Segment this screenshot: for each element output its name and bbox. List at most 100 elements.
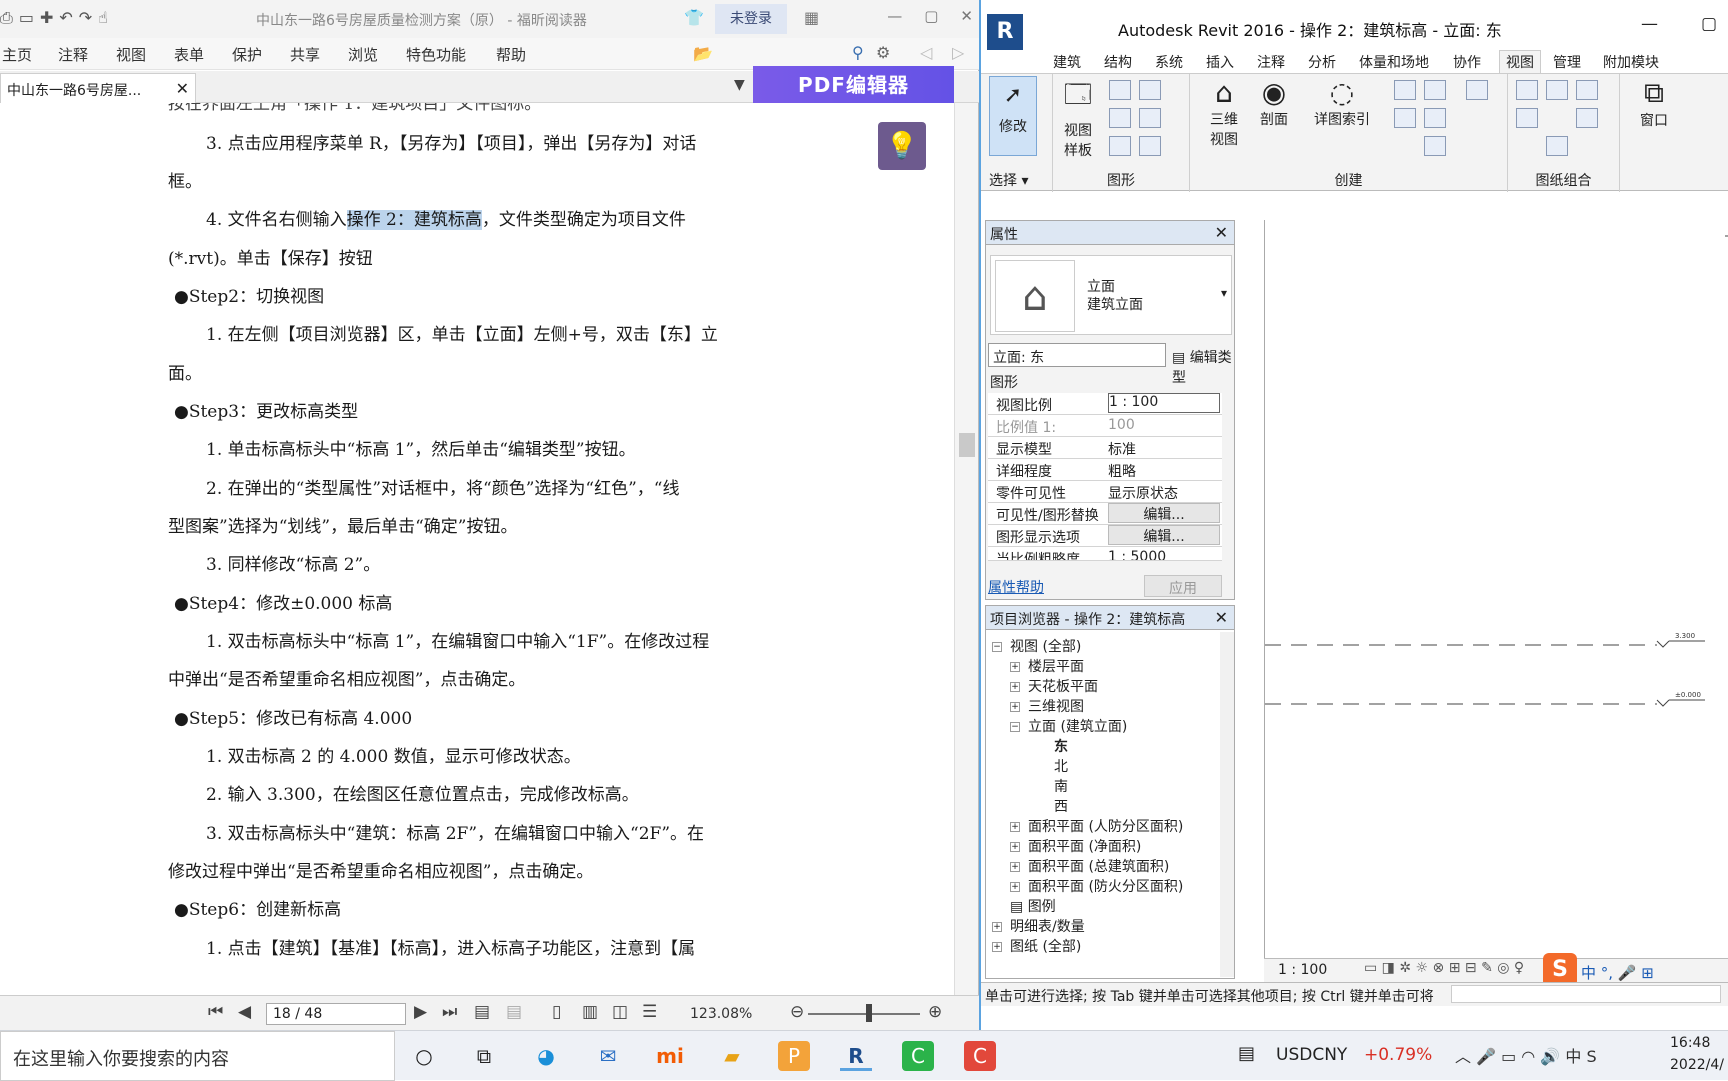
drawing-canvas[interactable]: 3.300 ±0.000 (1264, 220, 1728, 958)
tree-item[interactable]: + 面积平面 (总建筑面积) (1010, 856, 1169, 876)
type-selector[interactable]: ⌂ 立面 建筑立面 ▾ (990, 255, 1232, 335)
tab-manage[interactable]: 管理 (1553, 52, 1581, 72)
pdf-page-view[interactable]: 按在界面左上角「操作 1：建筑项目」文件图标。 3. 点击应用程序菜单 R，【另… (0, 103, 954, 995)
tab-analyze[interactable]: 分析 (1308, 52, 1336, 72)
visibility-edit-button[interactable]: 编辑... (1108, 503, 1220, 523)
filters-icon[interactable] (1139, 80, 1161, 100)
pdf-reader-taskbar-icon[interactable]: P (778, 1041, 810, 1071)
undo-icon[interactable]: ↶ (59, 8, 72, 28)
level-head-symbol[interactable] (1656, 699, 1670, 707)
minimize-button[interactable]: — (1641, 14, 1658, 34)
skin-icon[interactable]: 👕 (684, 8, 704, 27)
maximize-button[interactable]: ▢ (1701, 14, 1717, 34)
two-page-icon[interactable]: ◫ (612, 1002, 628, 1022)
plan-views-icon[interactable] (1394, 80, 1416, 100)
tab-view[interactable]: 视图 (1499, 50, 1541, 73)
tree-item-south[interactable]: 南 (1054, 776, 1068, 796)
window-button[interactable]: ⧉ 窗口 (1628, 76, 1680, 130)
taskbar-search-box[interactable]: 在这里输入你要搜索的内容 (0, 1031, 395, 1081)
guide-grid-icon[interactable] (1546, 136, 1568, 156)
close-tab-icon[interactable]: ✕ (176, 79, 189, 98)
tree-item[interactable]: + 面积平面 (防火分区面积) (1010, 876, 1183, 896)
view-control-icons[interactable]: ▭ ◨ ✲ ☼ ⊗ ⊞ ⊟ ✎ ◎ ♀ (1364, 960, 1524, 976)
settings-gear-icon[interactable]: ⚙ (876, 43, 890, 62)
menu-browse[interactable]: 浏览 (348, 44, 378, 65)
document-tab[interactable]: 中山东一路6号房屋... ✕ (0, 73, 196, 103)
revit-app-menu-button[interactable]: R (987, 14, 1023, 50)
folder-search-icon[interactable]: 📂 (693, 44, 713, 63)
stock-widget-icon[interactable]: ▤ (1238, 1043, 1255, 1064)
properties-help-link[interactable]: 属性帮助 (988, 577, 1044, 597)
clock-time[interactable]: 16:48 (1670, 1035, 1710, 1051)
view-scale[interactable]: 1 : 100 (1278, 962, 1327, 978)
tab-annotate[interactable]: 注释 (1257, 52, 1285, 72)
print-icon[interactable]: ⎙ (0, 8, 13, 28)
browser-scrollbar[interactable] (1220, 632, 1234, 977)
level-tag-label[interactable]: ±0.000 (1675, 691, 1701, 699)
elevation-icon[interactable] (1394, 108, 1416, 128)
drafting-view-icon[interactable] (1424, 80, 1446, 100)
zoom-slider[interactable] (808, 1013, 920, 1015)
single-page-icon[interactable]: ▯ (552, 1002, 561, 1022)
revit-taskbar-icon[interactable]: R (840, 1041, 872, 1071)
matchline-icon[interactable] (1576, 80, 1598, 100)
extract-page-icon[interactable]: ▤ (506, 1002, 522, 1022)
tree-item[interactable]: − 视图 (全部) (992, 636, 1081, 656)
legends-icon[interactable] (1424, 136, 1446, 156)
revisions-icon[interactable] (1576, 108, 1598, 128)
file-explorer-icon[interactable]: ▰ (716, 1041, 748, 1071)
tree-item[interactable]: + 三维视图 (1010, 696, 1084, 716)
schedules-icon[interactable] (1466, 80, 1488, 100)
view-scale-field[interactable]: 1 : 100 (1108, 393, 1220, 413)
tree-item[interactable]: − 立面 (建筑立面) (1010, 716, 1127, 736)
next-arrow-icon[interactable]: ▷ (952, 43, 964, 62)
tree-item[interactable]: + 面积平面 (人防分区面积) (1010, 816, 1183, 836)
zoom-level[interactable]: 123.08% (690, 1006, 752, 1022)
prev-page-icon[interactable]: ◀ (238, 1002, 251, 1022)
open-icon[interactable]: ▭ (19, 8, 34, 28)
vertical-scrollbar[interactable] (954, 103, 978, 995)
modify-button[interactable]: ➚ 修改 (989, 76, 1037, 156)
tab-addins[interactable]: 附加模块 (1603, 52, 1659, 72)
tab-insert[interactable]: 插入 (1206, 52, 1234, 72)
ime-toolbar[interactable]: 中 °, 🎤 ⊞ (1581, 962, 1654, 983)
maximize-button[interactable]: ▢ (924, 7, 938, 25)
menu-help[interactable]: 帮助 (496, 44, 526, 65)
workset-selector[interactable] (1451, 985, 1721, 1003)
title-block-icon[interactable] (1546, 80, 1568, 100)
render-icon[interactable] (1139, 136, 1161, 156)
menu-form[interactable]: 表单 (174, 44, 204, 65)
view-reference-icon[interactable] (1516, 108, 1538, 128)
prev-arrow-icon[interactable]: ◁ (920, 43, 932, 62)
mi-app-icon[interactable]: mi (654, 1041, 686, 1071)
instance-selector[interactable]: 立面: 东 (988, 343, 1166, 367)
tab-massing[interactable]: 体量和场地 (1359, 52, 1429, 72)
minimize-button[interactable]: — (887, 7, 902, 25)
tab-list-chevron-icon[interactable]: ▼ (734, 77, 745, 93)
tree-item-west[interactable]: 西 (1054, 796, 1068, 816)
next-page-icon[interactable]: ▶ (414, 1002, 427, 1022)
tree-item[interactable]: + 楼层平面 (1010, 656, 1084, 676)
menu-features[interactable]: 特色功能 (406, 44, 466, 65)
scrollbar-thumb[interactable] (959, 433, 975, 457)
show-hidden-lines-icon[interactable] (1139, 108, 1161, 128)
stock-ticker[interactable]: USDCNY (1276, 1045, 1347, 1065)
visibility-graphics-icon[interactable] (1109, 80, 1131, 100)
continuous-page-icon[interactable]: ▥ (582, 1002, 598, 1022)
apply-button[interactable]: 应用 (1144, 575, 1222, 597)
close-properties-icon[interactable]: ✕ (1215, 223, 1228, 242)
tab-architecture[interactable]: 建筑 (1053, 52, 1081, 72)
menu-annotate[interactable]: 注释 (58, 44, 88, 65)
cortana-icon[interactable]: ○ (408, 1041, 440, 1071)
tree-item-east[interactable]: 东 (1054, 736, 1068, 756)
prop-value[interactable]: 标准 (1108, 439, 1220, 459)
zoom-slider-knob[interactable] (866, 1004, 872, 1022)
zoom-out-icon[interactable]: ⊖ (790, 1002, 804, 1022)
login-button[interactable]: 未登录 (715, 4, 787, 34)
view-template-button[interactable]: 🗔 视图 样板 (1057, 76, 1099, 160)
edge-browser-icon[interactable]: ◕ (530, 1041, 562, 1071)
tab-collaborate[interactable]: 协作 (1453, 52, 1481, 72)
pdf-editor-banner[interactable]: PDF编辑器 (753, 66, 954, 104)
tab-systems[interactable]: 系统 (1155, 52, 1183, 72)
tab-structure[interactable]: 结构 (1104, 52, 1132, 72)
